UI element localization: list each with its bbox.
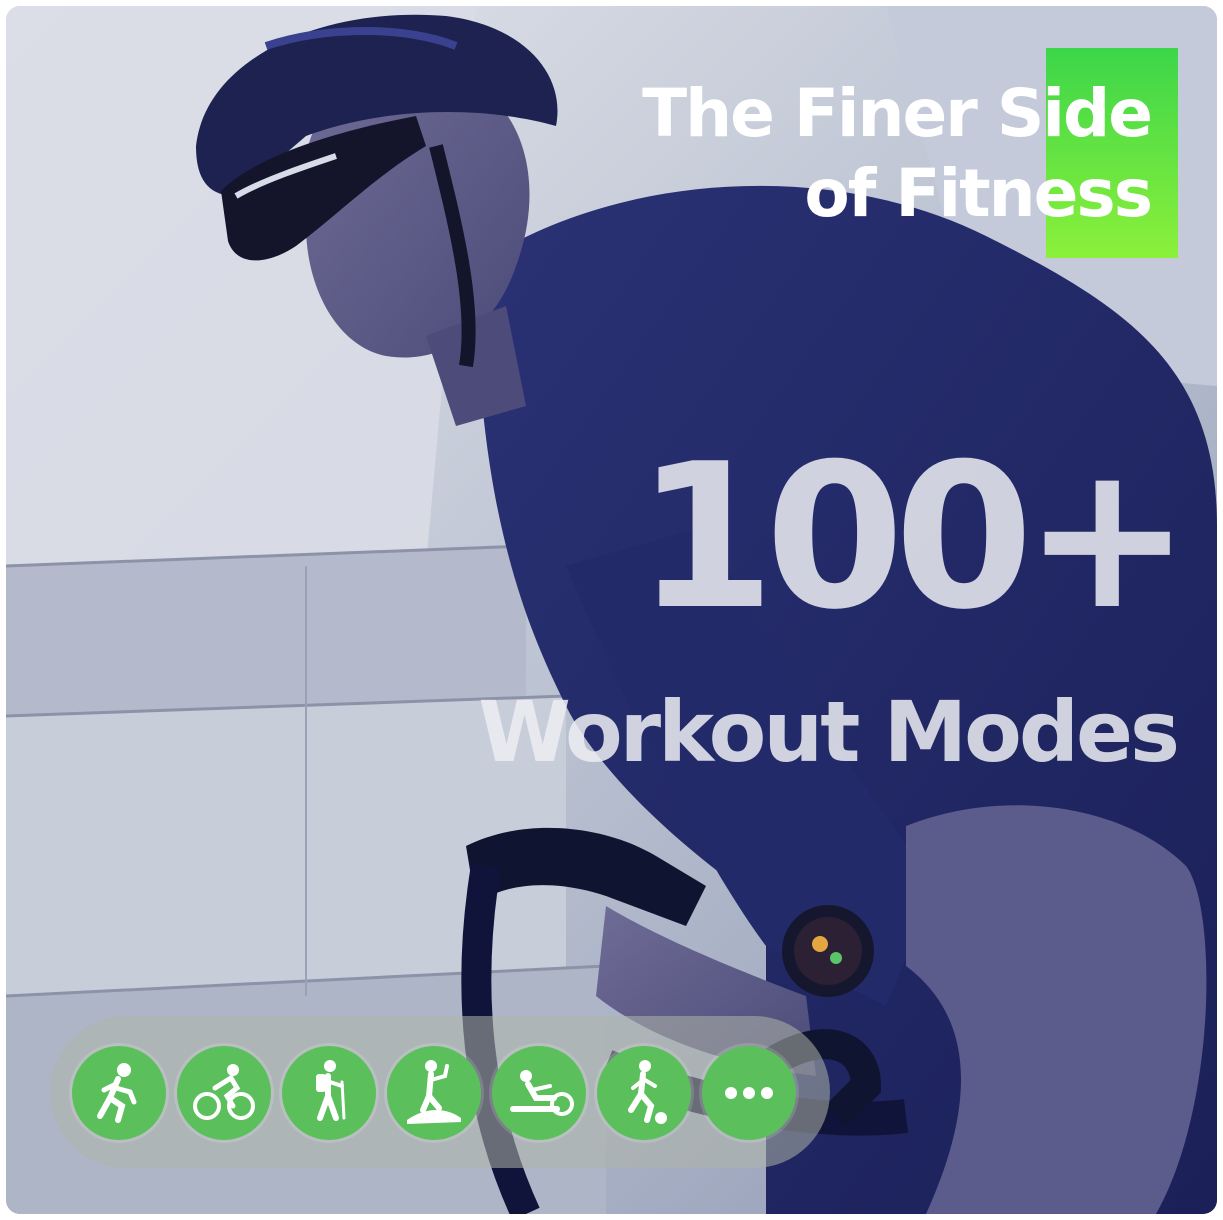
workout-mode-count: 100+ xyxy=(635,421,1191,654)
soccer-icon xyxy=(597,1046,691,1140)
cycling-icon xyxy=(177,1046,271,1140)
hiking-icon xyxy=(282,1046,376,1140)
running-icon xyxy=(72,1046,166,1140)
workout-modes-label: Workout Modes xyxy=(478,683,1180,781)
headline-line-2: of Fitness xyxy=(804,155,1153,232)
headline-line-1: The Finer Side xyxy=(642,75,1153,152)
elliptical-icon xyxy=(387,1046,481,1140)
hero-image: The Finer Side of Fitness 100+ Workout M… xyxy=(6,6,1217,1214)
rowing-machine-icon xyxy=(492,1046,586,1140)
headline: The Finer Side of Fitness xyxy=(642,74,1153,234)
more-icon xyxy=(702,1046,796,1140)
